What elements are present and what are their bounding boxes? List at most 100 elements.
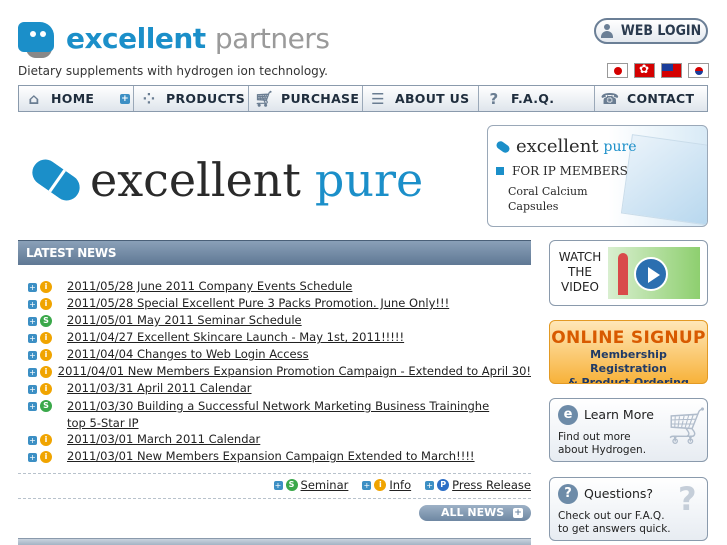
legend-seminar-link[interactable]: Seminar bbox=[301, 478, 349, 492]
products-icon: ⁘ bbox=[142, 89, 156, 108]
ip-members-promo[interactable]: excellent pure FOR IP MEMBERS Coral Calc… bbox=[487, 125, 708, 227]
expand-icon: + bbox=[273, 480, 283, 490]
logo-mark-icon bbox=[18, 18, 58, 60]
nav-faq[interactable]: ? F.A.Q. bbox=[479, 86, 595, 111]
logo-primary-text: excellent bbox=[66, 22, 206, 55]
news-item: + i 2011/03/01 March 2011 Calendar bbox=[18, 432, 531, 449]
nav-purchase[interactable]: 🛒︎ PURCHASE bbox=[249, 86, 363, 111]
bullet-icon bbox=[496, 167, 504, 175]
expand-icon: + bbox=[28, 316, 37, 326]
faq-title: Questions? bbox=[584, 486, 654, 501]
faq-desc: Check out our F.A.Q. to get answers quic… bbox=[558, 510, 671, 536]
news-link[interactable]: 2011/03/30 Building a Successful Network… bbox=[23, 398, 501, 432]
info-icon: i bbox=[40, 451, 52, 463]
promo-members-label: FOR IP MEMBERS bbox=[512, 164, 628, 178]
nav-products[interactable]: ⁘ PRODUCTS bbox=[134, 86, 249, 111]
play-icon[interactable] bbox=[634, 257, 668, 291]
seminar-icon: S bbox=[40, 315, 52, 327]
news-item: + S 2011/03/30 Building a Successful Netw… bbox=[18, 398, 531, 432]
news-link[interactable]: 2011/03/31 April 2011 Calendar bbox=[67, 381, 252, 395]
section-bar bbox=[18, 538, 531, 545]
question-icon: ? bbox=[489, 89, 499, 108]
online-signup-box[interactable]: ONLINE SIGNUP Membership Registration & … bbox=[549, 320, 708, 384]
legend-info-link[interactable]: Info bbox=[389, 478, 411, 492]
expand-icon: + bbox=[28, 350, 37, 360]
question-icon: ? bbox=[558, 484, 578, 504]
nav-contact[interactable]: ☎ CONTACT bbox=[595, 86, 707, 111]
news-item: + i 2011/04/01 New Members Expansion Prom… bbox=[18, 364, 531, 381]
learn-more-line2: about Hydrogen. bbox=[558, 444, 647, 456]
nav-home[interactable]: ⌂ HOME + bbox=[19, 86, 134, 111]
expand-icon: + bbox=[28, 435, 37, 445]
news-item: + i 2011/03/01 New Members Expansion Camp… bbox=[18, 449, 531, 466]
news-link[interactable]: 2011/05/28 June 2011 Company Events Sche… bbox=[67, 279, 352, 293]
info-icon: i bbox=[40, 366, 52, 378]
learn-more-line1: Find out more bbox=[558, 431, 631, 443]
signup-title: ONLINE SIGNUP bbox=[551, 328, 706, 348]
logo-wordmark: excellent partners bbox=[66, 22, 330, 55]
news-item: + i 2011/04/27 Excellent Skincare Launch … bbox=[18, 330, 531, 347]
learn-more-box[interactable]: e Learn More Find out more about Hydroge… bbox=[549, 398, 708, 462]
watch-video-label: WATCH THE VIDEO bbox=[558, 250, 602, 294]
main-nav: ⌂ HOME + ⁘ PRODUCTS 🛒︎ PURCHASE ☰ ABOUT … bbox=[18, 85, 708, 112]
news-link[interactable]: 2011/05/28 Special Excellent Pure 3 Pack… bbox=[67, 296, 449, 310]
news-item: + i 2011/03/31 April 2011 Calendar bbox=[18, 381, 531, 398]
promo-members: FOR IP MEMBERS bbox=[496, 164, 628, 178]
nav-contact-label: CONTACT bbox=[627, 91, 695, 106]
nav-about-us[interactable]: ☰ ABOUT US bbox=[363, 86, 479, 111]
info-e-icon: e bbox=[558, 405, 578, 425]
watch-video-box[interactable]: WATCH THE VIDEO bbox=[549, 240, 708, 306]
expand-icon: + bbox=[28, 384, 37, 394]
nav-purchase-label: PURCHASE bbox=[281, 91, 360, 106]
news-link[interactable]: 2011/04/01 New Members Expansion Promoti… bbox=[58, 364, 531, 378]
divider bbox=[18, 473, 531, 474]
korea-flag-icon[interactable] bbox=[688, 63, 709, 78]
news-list: + i 2011/05/28 June 2011 Company Events S… bbox=[18, 279, 531, 466]
hero-word-pure: pure bbox=[314, 153, 424, 207]
taiwan-flag-icon[interactable] bbox=[661, 63, 682, 78]
expand-icon: + bbox=[28, 452, 37, 462]
nav-home-label: HOME bbox=[51, 91, 95, 106]
all-news-label: ALL NEWS bbox=[441, 506, 505, 519]
info-icon: i bbox=[40, 434, 52, 446]
signup-line2: & Product Ordering bbox=[568, 376, 689, 384]
hero-banner[interactable]: excellent pure bbox=[27, 140, 470, 220]
large-question-icon: ? bbox=[678, 480, 697, 518]
news-item: + i 2011/04/04 Changes to Web Login Acces… bbox=[18, 347, 531, 364]
hong-kong-flag-icon[interactable] bbox=[634, 63, 655, 78]
faq-line2: to get answers quick. bbox=[558, 523, 671, 535]
seminar-icon: S bbox=[285, 479, 298, 491]
expand-icon: + bbox=[28, 282, 37, 292]
learn-more-desc: Find out more about Hydrogen. bbox=[558, 431, 646, 457]
signup-line1: Membership Registration bbox=[590, 348, 667, 375]
site-logo[interactable]: excellent partners bbox=[18, 18, 330, 60]
expand-icon: + bbox=[425, 480, 435, 490]
news-link[interactable]: 2011/03/01 New Members Expansion Campaig… bbox=[67, 449, 475, 463]
expand-icon: + bbox=[513, 508, 523, 518]
expand-icon: + bbox=[28, 299, 37, 309]
user-icon bbox=[600, 24, 613, 38]
info-icon: i bbox=[40, 332, 52, 344]
nav-products-label: PRODUCTS bbox=[166, 91, 246, 106]
legend-press-link[interactable]: Press Release bbox=[452, 478, 531, 492]
news-item: + i 2011/05/28 Special Excellent Pure 3 P… bbox=[18, 296, 531, 313]
latest-news-section: LATEST NEWS + i 2011/05/28 June 2011 Comp… bbox=[18, 240, 531, 521]
japan-flag-icon[interactable] bbox=[607, 63, 628, 78]
info-icon: i bbox=[374, 479, 387, 491]
promo-brand: excellent pure bbox=[494, 136, 637, 157]
news-link[interactable]: 2011/04/27 Excellent Skincare Launch - M… bbox=[67, 330, 404, 344]
news-link[interactable]: 2011/04/04 Changes to Web Login Access bbox=[67, 347, 309, 361]
all-news-button[interactable]: ALL NEWS + bbox=[419, 505, 531, 521]
expand-icon: + bbox=[362, 480, 372, 490]
news-link[interactable]: 2011/03/01 March 2011 Calendar bbox=[67, 432, 260, 446]
info-icon: i bbox=[40, 298, 52, 310]
cart-icon: 🛒︎ bbox=[254, 89, 274, 108]
web-login-button[interactable]: WEB LOGIN bbox=[594, 18, 708, 44]
document-icon: ☰ bbox=[371, 89, 385, 108]
news-heading: LATEST NEWS bbox=[18, 240, 531, 265]
promo-brand-word2: pure bbox=[603, 138, 637, 155]
faq-box[interactable]: ? Questions? Check out our F.A.Q. to get… bbox=[549, 477, 708, 541]
logo-secondary-text: partners bbox=[214, 22, 330, 55]
news-link[interactable]: 2011/05/01 May 2011 Seminar Schedule bbox=[67, 313, 302, 327]
web-login-label: WEB LOGIN bbox=[620, 23, 702, 39]
